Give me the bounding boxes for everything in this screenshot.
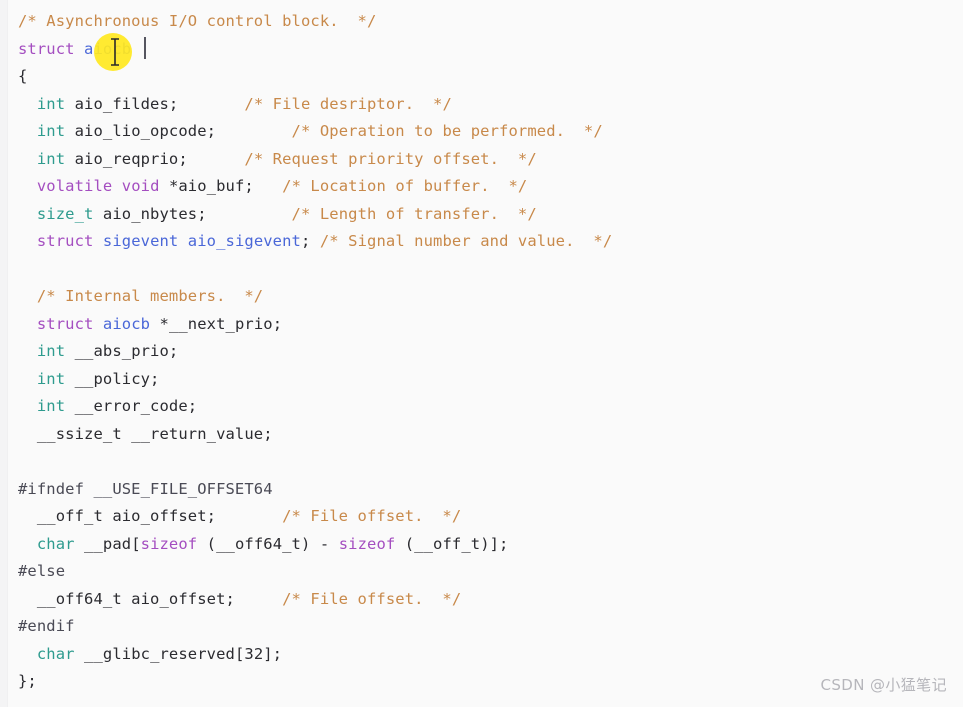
code-token-comment: /* Operation to be performed. */ — [291, 122, 603, 140]
code-token-punct: { — [18, 67, 28, 85]
code-token-plain: __policy; — [65, 369, 160, 388]
code-line[interactable]: int __error_code; — [0, 393, 963, 421]
code-token-plain: (__off_t)]; — [395, 534, 509, 553]
code-token-plain: aio_nbytes; — [93, 204, 292, 223]
code-token-plain: *aio_buf; — [159, 177, 283, 195]
code-token-plain: __glibc_reserved[32]; — [74, 644, 283, 663]
code-token-preproc: #endif — [18, 617, 75, 635]
code-line[interactable]: struct aiocb — [0, 36, 963, 64]
code-line[interactable]: __off64_t aio_offset; /* File offset. */ — [0, 586, 963, 614]
code-line[interactable]: int aio_reqprio; /* Request priority off… — [0, 146, 963, 174]
code-line[interactable]: size_t aio_nbytes; /* Length of transfer… — [0, 201, 963, 229]
code-line[interactable]: __ssize_t __return_value; — [0, 421, 963, 449]
code-line[interactable]: }; — [0, 668, 963, 696]
code-token-keyword: volatile — [36, 177, 113, 195]
code-token-plain: aio_reqprio; — [65, 149, 245, 168]
code-token-comment: /* Length of transfer. */ — [291, 204, 537, 223]
code-token-preproc: #ifndef __USE_FILE_OFFSET64 — [18, 479, 273, 498]
code-token-plain: aio_fildes; — [65, 94, 245, 113]
code-line[interactable]: struct aiocb *__next_prio; — [0, 311, 963, 339]
code-token-comment: /* File offset. */ — [282, 589, 462, 608]
code-line[interactable]: struct sigevent aio_sigevent; /* Signal … — [0, 228, 963, 256]
code-line[interactable]: #else — [0, 558, 963, 586]
code-line[interactable] — [0, 256, 963, 284]
code-line[interactable]: int aio_lio_opcode; /* Operation to be p… — [0, 118, 963, 146]
code-token-class: aiocb — [102, 314, 151, 333]
code-content[interactable]: /* Asynchronous I/O control block. */ str… — [0, 0, 963, 696]
code-line[interactable]: char __glibc_reserved[32]; — [0, 641, 963, 669]
code-token-keyword: struct — [36, 232, 94, 250]
code-token-keyword: struct — [36, 314, 94, 333]
code-token-keyword: sizeof — [338, 534, 396, 553]
code-line[interactable]: #ifndef __USE_FILE_OFFSET64 — [0, 476, 963, 504]
code-token-plain: __error_code; — [65, 397, 198, 415]
code-line[interactable]: __off_t aio_offset; /* File offset. */ — [0, 503, 963, 531]
code-line[interactable]: int __policy; — [0, 366, 963, 394]
code-token-class: aiocb — [84, 39, 132, 58]
code-token-comment: /* Location of buffer. */ — [282, 177, 528, 195]
code-line[interactable] — [0, 448, 963, 476]
code-line[interactable]: /* Asynchronous I/O control block. */ — [0, 8, 963, 36]
code-token-keyword: void — [121, 177, 160, 195]
code-viewer[interactable]: /* Asynchronous I/O control block. */ str… — [0, 0, 963, 707]
code-token-plain: __ssize_t __return_value; — [18, 424, 273, 443]
code-line[interactable]: #endif — [0, 613, 963, 641]
code-line[interactable]: int aio_fildes; /* File desriptor. */ — [0, 91, 963, 119]
code-line[interactable]: volatile void *aio_buf; /* Location of b… — [0, 173, 963, 201]
code-line[interactable]: /* Internal members. */ — [0, 283, 963, 311]
code-token-comment: /* File offset. */ — [282, 507, 462, 525]
code-token-plain: __off_t aio_offset; — [18, 507, 283, 525]
code-token-type: int — [36, 149, 66, 168]
code-token-type: int — [36, 397, 66, 415]
code-token-plain: __pad[ — [74, 534, 141, 553]
code-token-type: int — [36, 94, 66, 113]
code-line[interactable]: { — [0, 63, 963, 91]
code-token-keyword: struct — [18, 39, 75, 58]
code-token-comment: /* Internal members. */ — [36, 287, 264, 305]
code-token-keyword: sizeof — [140, 534, 198, 553]
code-token-type: char — [36, 534, 75, 553]
code-line[interactable]: int __abs_prio; — [0, 338, 963, 366]
code-token-type: int — [36, 342, 66, 360]
code-token-type: size_t — [36, 204, 94, 223]
code-token-class: sigevent aio_sigevent — [102, 232, 301, 250]
code-token-type: int — [36, 369, 66, 388]
code-token-plain: ; — [300, 232, 320, 250]
code-token-comment: /* Asynchronous I/O control block. */ — [18, 12, 377, 30]
code-token-comment: /* Request priority offset. */ — [244, 149, 537, 168]
code-token-plain: __off64_t aio_offset; — [18, 589, 283, 608]
code-token-plain: (__off64_t) - — [197, 534, 339, 553]
code-token-plain: *__next_prio; — [150, 314, 283, 333]
code-token-plain: __abs_prio; — [65, 342, 179, 360]
code-line[interactable]: char __pad[sizeof (__off64_t) - sizeof (… — [0, 531, 963, 559]
code-token-preproc: #else — [18, 562, 66, 580]
code-token-type: char — [36, 644, 75, 663]
code-token-plain: aio_lio_opcode; — [65, 122, 292, 140]
code-token-comment: /* Signal number and value. */ — [319, 232, 613, 250]
code-token-type: int — [36, 122, 66, 140]
code-token-comment: /* File desriptor. */ — [244, 94, 452, 113]
code-token-punct: }; — [18, 672, 37, 690]
watermark-label: CSDN @小猛笔记 — [820, 676, 947, 694]
